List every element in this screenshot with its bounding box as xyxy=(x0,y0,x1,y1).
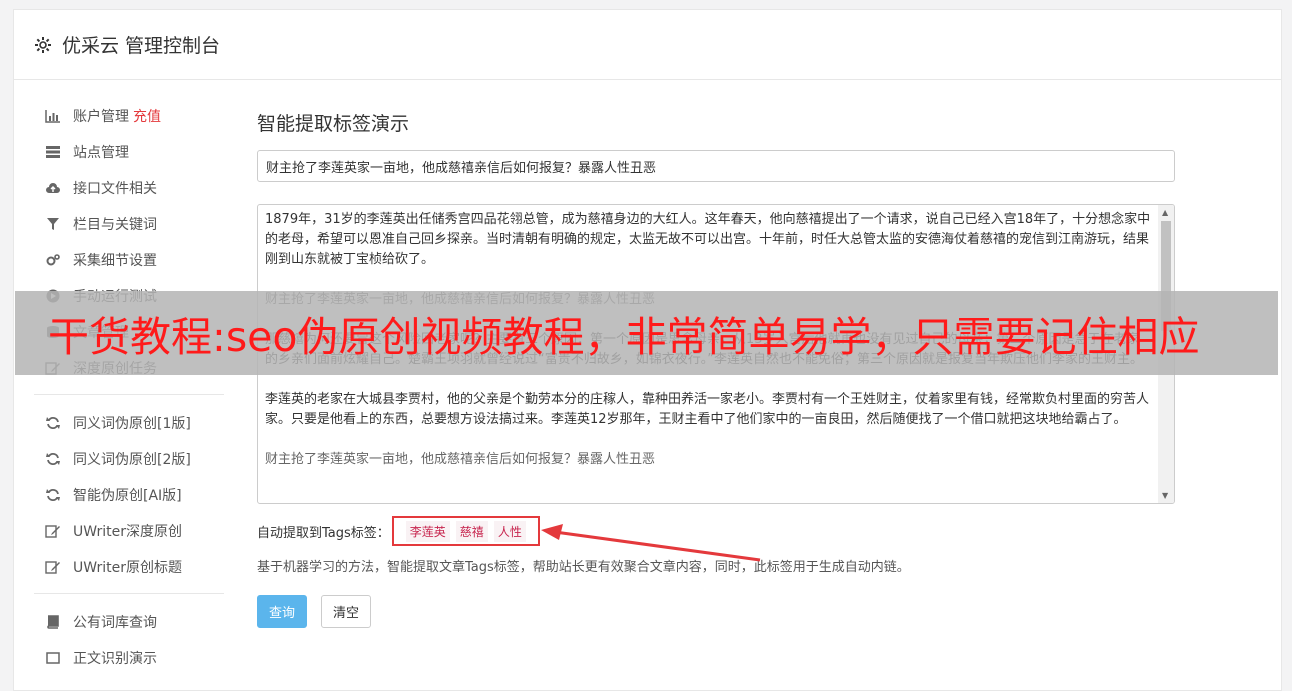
button-row: 查询 清空 xyxy=(257,595,1177,628)
sidebar-item-label: 同义词伪原创[1版] xyxy=(73,416,191,432)
tag-chip[interactable]: 李莲英 xyxy=(405,520,450,542)
sidebar-item-label: 公有词库查询 xyxy=(73,615,157,631)
sidebar-item-label: 站点管理 xyxy=(73,145,129,161)
sidebar-item[interactable]: 正文识别演示 xyxy=(34,640,224,676)
square-icon xyxy=(44,650,62,666)
content-paragraph: 1879年，31岁的李莲英出任储秀宫四品花翎总管，成为慈禧身边的大红人。这年春天… xyxy=(265,212,1151,267)
header: 优采云 管理控制台 xyxy=(14,10,1281,80)
content-paragraph: 财主抢了李莲英家一亩地，他成慈禧亲信后如何报复？暴露人性丑恶 xyxy=(265,452,656,467)
filter-icon xyxy=(44,216,62,232)
sidebar-item-label: 正文识别演示 xyxy=(73,651,157,667)
sidebar-item[interactable]: 账户管理 充值 xyxy=(34,98,224,134)
edit-icon xyxy=(44,523,62,539)
title-input-value: 财主抢了李莲英家一亩地，他成慈禧亲信后如何报复？暴露人性丑恶 xyxy=(266,160,657,176)
gear-icon xyxy=(34,36,52,54)
sidebar-item-label: 采集细节设置 xyxy=(73,253,157,269)
content-paragraph: 李莲英的老家在大城县李贾村，他的父亲是个勤劳本分的庄稼人，靠种田养活一家老小。李… xyxy=(265,392,1150,427)
cogs-icon xyxy=(44,252,62,268)
refresh-icon xyxy=(44,415,62,431)
refresh-icon xyxy=(44,487,62,503)
recharge-link[interactable]: 充值 xyxy=(133,106,161,126)
sidebar-item[interactable]: 站点管理 xyxy=(34,134,224,170)
section-heading: 智能提取标签演示 xyxy=(257,113,410,135)
edit-icon xyxy=(44,559,62,575)
sidebar-item[interactable]: 栏目与关键词 xyxy=(34,206,224,242)
sidebar-item[interactable]: 接口文件相关 xyxy=(34,170,224,206)
title-input[interactable]: 财主抢了李莲英家一亩地，他成慈禧亲信后如何报复？暴露人性丑恶 xyxy=(257,150,1175,182)
tag-chip[interactable]: 人性 xyxy=(493,520,526,542)
scroll-up-icon[interactable]: ▲ xyxy=(1162,208,1168,217)
sidebar-item-label: 同义词伪原创[2版] xyxy=(73,452,191,468)
sidebar-item-label: UWriter原创标题 xyxy=(73,560,182,576)
page-title: 优采云 管理控制台 xyxy=(62,35,221,57)
bar-chart-icon xyxy=(44,108,62,124)
sidebar-item-label: 智能伪原创[AI版] xyxy=(73,488,182,504)
sidebar-item-label: 栏目与关键词 xyxy=(73,217,157,233)
server-icon xyxy=(44,144,62,160)
sidebar: 账户管理充值站点管理接口文件相关栏目与关键词采集细节设置手动运行测试文章管理深度… xyxy=(34,98,224,676)
cloud-upload-icon xyxy=(44,180,62,196)
sidebar-item[interactable]: UWriter原创标题 xyxy=(34,549,224,585)
sidebar-divider xyxy=(34,593,224,594)
sidebar-item[interactable]: 公有词库查询 xyxy=(34,604,224,640)
sidebar-item[interactable]: 采集细节设置 xyxy=(34,242,224,278)
banner-text: 干货教程:seo伪原创视频教程，非常简单易学，只需要记住相应 xyxy=(48,313,1200,361)
clear-button[interactable]: 清空 xyxy=(321,595,372,628)
sidebar-item-label: UWriter深度原创 xyxy=(73,524,182,540)
book-icon xyxy=(44,614,62,630)
query-button[interactable]: 查询 xyxy=(257,595,308,628)
scroll-down-icon[interactable]: ▼ xyxy=(1162,491,1168,500)
tags-label: 自动提取到Tags标签： xyxy=(257,525,390,541)
tag-chip[interactable]: 慈禧 xyxy=(455,520,488,542)
sidebar-item[interactable]: 同义词伪原创[1版] xyxy=(34,405,224,441)
sidebar-item[interactable]: 同义词伪原创[2版] xyxy=(34,441,224,477)
sidebar-divider xyxy=(34,394,224,395)
sidebar-item-label: 账户管理 xyxy=(73,109,129,125)
red-arrow-icon xyxy=(541,524,761,562)
sidebar-item-label: 接口文件相关 xyxy=(73,181,157,197)
refresh-icon xyxy=(44,451,62,467)
sidebar-item[interactable]: UWriter深度原创 xyxy=(34,513,224,549)
tags-box: 李莲英 慈禧 人性 xyxy=(391,516,540,546)
watermark-banner: 干货教程:seo伪原创视频教程，非常简单易学，只需要记住相应 xyxy=(15,291,1278,375)
sidebar-item[interactable]: 智能伪原创[AI版] xyxy=(34,477,224,513)
